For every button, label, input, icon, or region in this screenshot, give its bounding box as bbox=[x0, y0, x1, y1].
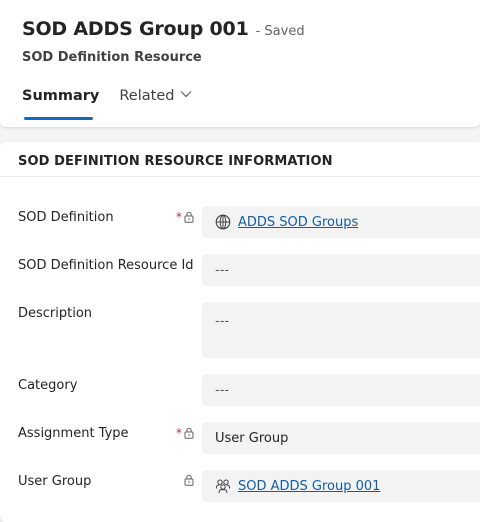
lock-icon bbox=[184, 474, 194, 486]
required-lock-marker: * bbox=[176, 210, 194, 224]
category-field[interactable]: --- bbox=[202, 374, 480, 406]
field-label-category: Category bbox=[18, 378, 78, 393]
sod-definition-lookup[interactable]: ADDS SOD Groups bbox=[202, 206, 480, 238]
entity-name: SOD Definition Resource bbox=[22, 50, 202, 65]
record-header: SOD ADDS Group 001 - Saved SOD Definitio… bbox=[0, 0, 480, 127]
description-value: --- bbox=[215, 314, 230, 329]
field-label-resource-id: SOD Definition Resource Id bbox=[18, 258, 194, 273]
chevron-down-icon bbox=[181, 91, 192, 98]
title-row: SOD ADDS Group 001 - Saved bbox=[22, 18, 305, 40]
field-label-assignment-type: Assignment Type bbox=[18, 426, 129, 441]
required-lock-marker: * bbox=[176, 426, 194, 440]
lock-icon bbox=[184, 211, 194, 223]
tab-summary-label: Summary bbox=[22, 88, 100, 104]
assignment-type-field[interactable]: User Group bbox=[202, 422, 480, 454]
section-title: SOD DEFINITION RESOURCE INFORMATION bbox=[18, 154, 333, 169]
tab-related-label: Related bbox=[119, 88, 175, 104]
resource-id-field[interactable]: --- bbox=[202, 254, 480, 286]
description-field[interactable]: --- bbox=[202, 302, 480, 358]
required-indicator: * bbox=[176, 210, 182, 224]
save-status: - Saved bbox=[255, 24, 305, 39]
field-label-description: Description bbox=[18, 306, 93, 321]
required-indicator: * bbox=[176, 426, 182, 440]
tab-summary[interactable]: Summary bbox=[22, 84, 119, 120]
globe-icon bbox=[215, 214, 231, 230]
user-group-lookup[interactable]: SOD ADDS Group 001 bbox=[202, 470, 480, 502]
category-value: --- bbox=[215, 382, 230, 398]
field-label-sod-definition: SOD Definition bbox=[18, 210, 114, 225]
lock-icon bbox=[184, 427, 194, 439]
field-label-user-group: User Group bbox=[18, 474, 92, 489]
record-title: SOD ADDS Group 001 bbox=[22, 18, 249, 40]
user-group-link[interactable]: SOD ADDS Group 001 bbox=[238, 479, 380, 494]
assignment-type-value: User Group bbox=[215, 430, 289, 446]
sod-definition-link[interactable]: ADDS SOD Groups bbox=[238, 215, 358, 230]
people-icon bbox=[216, 479, 230, 493]
tab-related[interactable]: Related bbox=[119, 84, 192, 120]
lock-marker bbox=[184, 474, 194, 486]
section-card: SOD DEFINITION RESOURCE INFORMATION SOD … bbox=[0, 142, 480, 522]
resource-id-value: --- bbox=[215, 262, 230, 278]
section-divider bbox=[0, 176, 480, 177]
tab-list: Summary Related bbox=[22, 84, 192, 120]
